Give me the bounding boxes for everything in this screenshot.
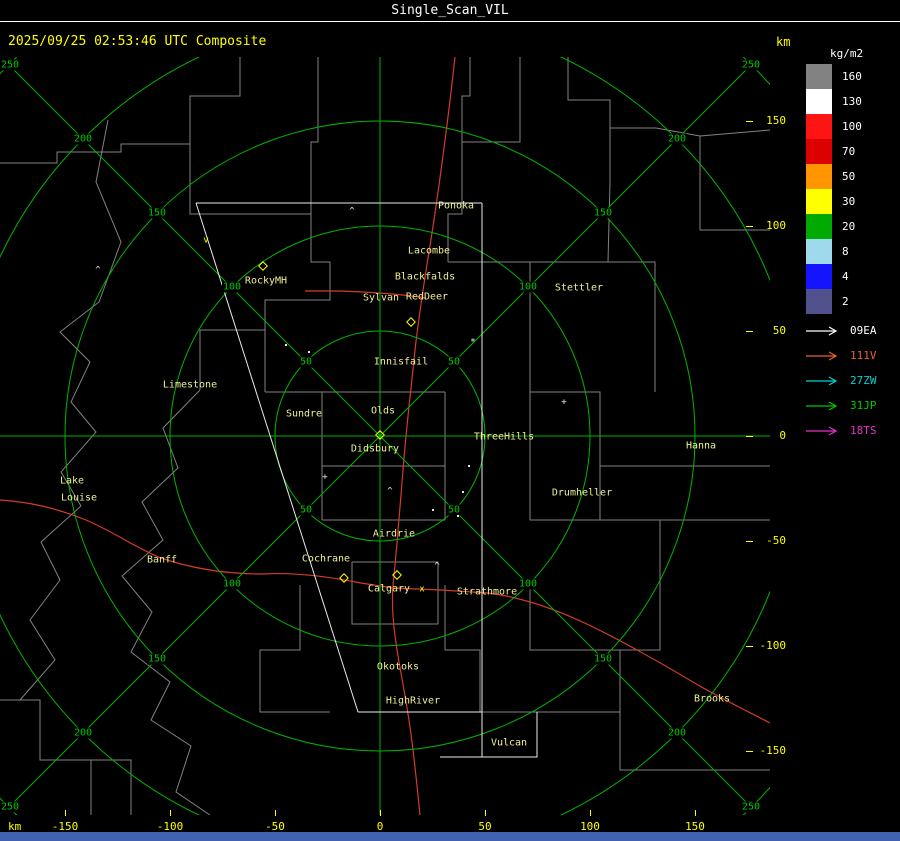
right-axis-label: 100 [766, 219, 786, 232]
legend-color-swatch [806, 189, 832, 214]
legend-scale-value: 130 [842, 95, 862, 108]
right-axis-label: -100 [759, 639, 787, 652]
app-window: Single_Scan_VIL 2025/09/25 02:53:46 UTC … [0, 0, 900, 841]
legend-scale-value: 20 [842, 220, 856, 233]
legend-color-swatch [806, 64, 832, 89]
legend-scale-value: 2 [842, 295, 849, 308]
radar-arrow-icon [806, 375, 838, 386]
bottom-axis-tick [485, 810, 486, 816]
radar-id: 27ZW [850, 374, 877, 387]
radar-id: 31JP [850, 399, 877, 412]
right-axis-tick [746, 541, 753, 542]
legend-scale-row: 50 [806, 164, 862, 189]
radar-legend-row: 09EA [804, 318, 877, 343]
legend-color-swatch [806, 114, 832, 139]
legend-color-scale: 160 130 100 70 50 30 20 8 4 2 [806, 64, 862, 314]
legend-scale-row: 8 [806, 239, 862, 264]
bottom-axis-tick [170, 810, 171, 816]
right-axis-tick [746, 331, 753, 332]
bottom-axis-tick [590, 810, 591, 816]
radar-id: 18TS [850, 424, 877, 437]
horizontal-scrollbar[interactable] [0, 832, 900, 841]
radar-arrow-icon [806, 425, 838, 436]
legend-color-swatch [806, 214, 832, 239]
radar-arrow-icon [806, 350, 838, 361]
right-axis-label: 0 [779, 429, 786, 442]
right-axis-tick [746, 436, 753, 437]
legend-color-swatch [806, 289, 832, 314]
right-axis-label: 150 [766, 114, 786, 127]
right-axis-label: -150 [759, 744, 787, 757]
legend-scale-row: 100 [806, 114, 862, 139]
bottom-axis-tick [695, 810, 696, 816]
right-axis-tick [746, 121, 753, 122]
radar-legend-row: 27ZW [804, 368, 877, 393]
legend-scale-value: 100 [842, 120, 862, 133]
right-axis-label: 50 [772, 324, 786, 337]
legend-color-swatch [806, 164, 832, 189]
legend-scale-value: 70 [842, 145, 856, 158]
bottom-axis-tick [380, 810, 381, 816]
legend-scale-row: 70 [806, 139, 862, 164]
legend-color-swatch [806, 264, 832, 289]
legend-scale-row: 160 [806, 64, 862, 89]
right-axis-tick [746, 226, 753, 227]
legend-scale-row: 130 [806, 89, 862, 114]
bottom-axis-tick [65, 810, 66, 816]
legend-scale-value: 50 [842, 170, 856, 183]
legend-color-swatch [806, 139, 832, 164]
radar-arrow-icon [806, 325, 838, 336]
legend-scale-row: 20 [806, 214, 862, 239]
bottom-axis-tick [275, 810, 276, 816]
legend-scale-value: 30 [842, 195, 856, 208]
legend-color-swatch [806, 89, 832, 114]
legend-scale-row: 4 [806, 264, 862, 289]
right-axis-tick [746, 646, 753, 647]
radar-legend-row: 31JP [804, 393, 877, 418]
right-axis-label: -50 [766, 534, 786, 547]
right-axis-tick [746, 751, 753, 752]
legend-scale-value: 4 [842, 270, 849, 283]
legend-scale-row: 30 [806, 189, 862, 214]
radar-id: 111V [850, 349, 877, 362]
scan-area-outline [195, 202, 538, 758]
legend-radar-list: 09EA 111V 27ZW 31JP 18TS [804, 318, 877, 443]
legend-scale-row: 2 [806, 289, 862, 314]
radar-legend-row: 18TS [804, 418, 877, 443]
radar-id: 09EA [850, 324, 877, 337]
radar-arrow-icon [806, 400, 838, 411]
radar-legend-row: 111V [804, 343, 877, 368]
legend-scale-value: 8 [842, 245, 849, 258]
legend-scale-value: 160 [842, 70, 862, 83]
legend-color-swatch [806, 239, 832, 264]
